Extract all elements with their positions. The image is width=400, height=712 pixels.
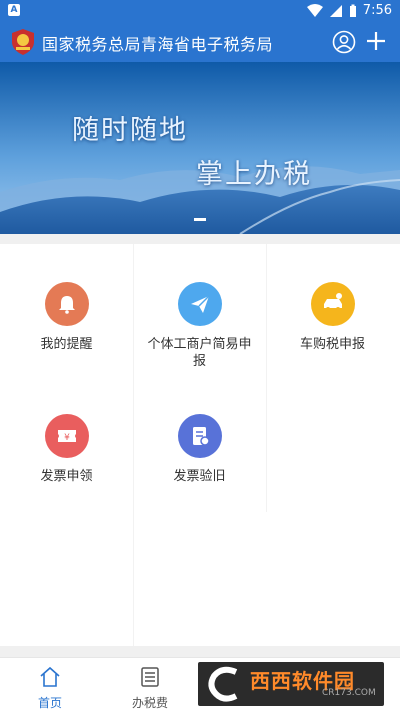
- notification-a-icon: A: [8, 4, 20, 16]
- invoice-check-icon: [177, 414, 222, 458]
- grid-item-label: 发票申领: [40, 469, 93, 484]
- status-bar: A 7:56: [0, 0, 400, 22]
- list-icon: [141, 667, 159, 687]
- app-header: 国家税务总局青海省电子税务局: [0, 22, 400, 62]
- svg-text:¥: ¥: [64, 433, 70, 443]
- bell-icon: [44, 282, 89, 326]
- watermark-logo: 西西软件园 CR173.COM: [198, 662, 384, 706]
- status-icons: 7:56: [306, 3, 392, 18]
- grid-item-simple-declaration[interactable]: 个体工商户简易申报: [133, 282, 266, 370]
- grid-item-label: 发票验旧: [173, 469, 226, 484]
- grid-item-label: 个体工商户简易申报: [147, 337, 252, 369]
- paper-plane-icon: [177, 282, 222, 326]
- function-grid: 我的提醒 个体工商户简易申报 车购税申报 ¥ 发票申领 发票验旧: [0, 244, 400, 646]
- add-icon[interactable]: [364, 29, 388, 53]
- grid-item-invoice-apply[interactable]: ¥ 发票申领: [0, 414, 133, 485]
- home-icon: [40, 666, 60, 687]
- tab-label: 办税费: [131, 696, 168, 710]
- signal-icon: [329, 4, 342, 17]
- watermark-c-icon: [208, 666, 238, 702]
- tab-home[interactable]: 首页: [0, 658, 100, 712]
- wifi-icon: [306, 3, 323, 17]
- carousel-indicator: [194, 218, 206, 221]
- page-title: 国家税务总局青海省电子税务局: [42, 35, 274, 54]
- invoice-ticket-icon: ¥: [44, 414, 89, 458]
- watermark-url: CR173.COM: [322, 688, 376, 698]
- banner-line2: 掌上办税: [196, 159, 312, 190]
- grid-item-label: 车购税申报: [299, 337, 365, 352]
- tab-label: 首页: [37, 696, 62, 710]
- status-time: 7:56: [362, 3, 392, 18]
- battery-icon: [349, 4, 356, 17]
- banner-scenery: [0, 62, 400, 234]
- grid-item-invoice-verify[interactable]: 发票验旧: [133, 414, 266, 485]
- user-profile-icon[interactable]: [332, 30, 356, 54]
- grid-item-vehicle-tax[interactable]: 车购税申报: [266, 282, 399, 353]
- grid-item-label: 我的提醒: [40, 337, 93, 352]
- car-tax-icon: [310, 282, 355, 326]
- banner-line1: 随时随地: [72, 115, 188, 146]
- tab-tax-services[interactable]: 办税费: [100, 658, 200, 712]
- tax-bureau-emblem-icon: [12, 29, 34, 55]
- promo-banner[interactable]: 随时随地 掌上办税: [0, 62, 400, 234]
- grid-item-reminders[interactable]: 我的提醒: [0, 282, 133, 353]
